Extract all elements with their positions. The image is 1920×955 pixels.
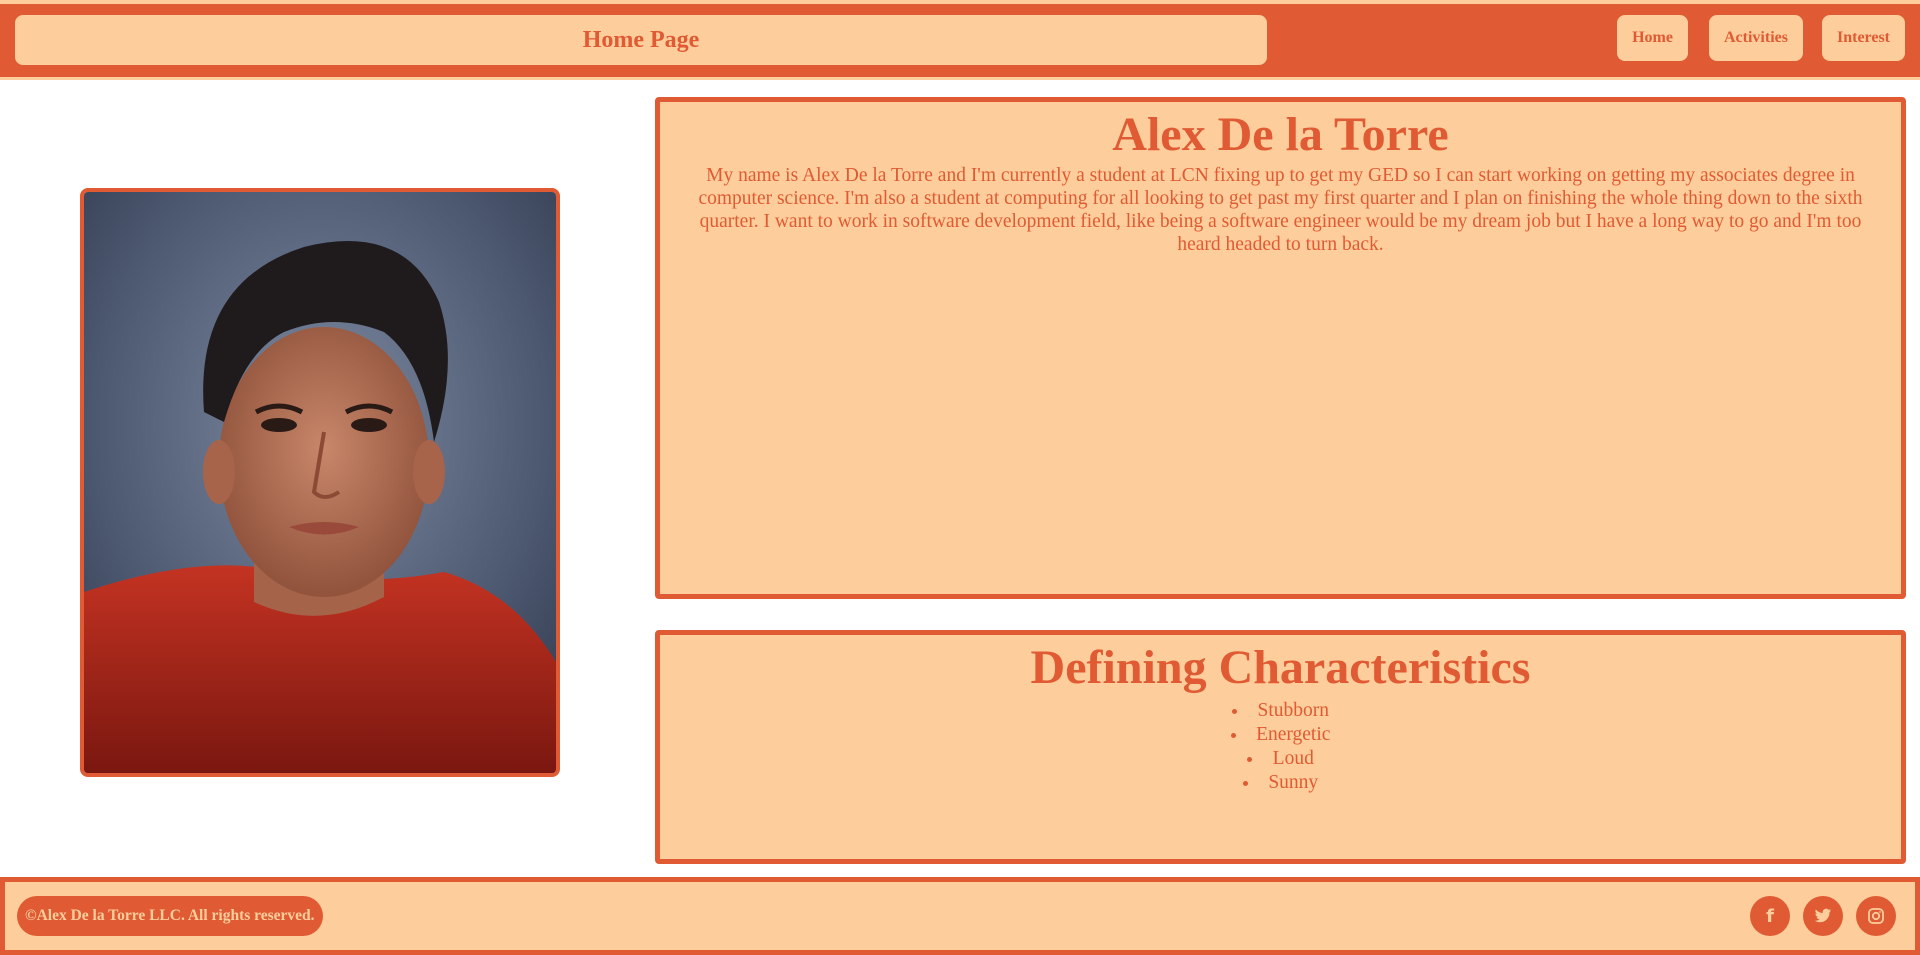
nav-home-button[interactable]: Home (1617, 15, 1688, 61)
about-panel: Alex De la Torre My name is Alex De la T… (655, 97, 1906, 599)
instagram-camera-icon (1868, 908, 1884, 924)
header-bar: Home Page Home Activities Interest (0, 4, 1920, 77)
profile-name: Alex De la Torre (1112, 108, 1449, 161)
twitter-bird-icon (1814, 908, 1832, 923)
site-footer: ©Alex De la Torre LLC. All rights reserv… (0, 877, 1920, 955)
nav-activities-button[interactable]: Activities (1709, 15, 1803, 61)
twitter-icon[interactable] (1803, 896, 1843, 936)
portrait-image (84, 192, 556, 773)
trait-item: Loud (660, 747, 1901, 771)
instagram-icon[interactable] (1856, 896, 1896, 936)
traits-heading: Defining Characteristics (1030, 641, 1531, 694)
nav-interest-button[interactable]: Interest (1822, 15, 1905, 61)
site-header: Home Page Home Activities Interest (0, 0, 1920, 80)
profile-photo (80, 188, 560, 777)
trait-item: Energetic (660, 723, 1901, 747)
page-title: Home Page (15, 15, 1267, 65)
trait-item: Sunny (660, 771, 1901, 795)
trait-item: Stubborn (660, 699, 1901, 723)
facebook-icon[interactable]: f (1750, 896, 1790, 936)
traits-list: Stubborn Energetic Loud Sunny (660, 699, 1901, 795)
traits-panel: Defining Characteristics Stubborn Energe… (655, 630, 1906, 864)
copyright-text: ©Alex De la Torre LLC. All rights reserv… (17, 896, 323, 936)
bio-text: My name is Alex De la Torre and I'm curr… (698, 165, 1863, 255)
